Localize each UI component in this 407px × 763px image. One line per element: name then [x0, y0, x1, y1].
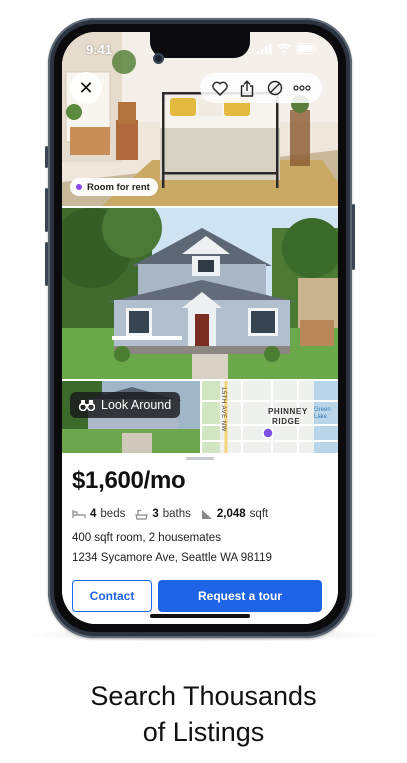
caption-line-1: Search Thousands — [90, 681, 317, 711]
phone-frame: 9:41 ✕ Room for rent Look Around 15TH AV… — [45, 18, 355, 638]
bath-icon — [135, 509, 149, 520]
marketing-caption: Search Thousands of Listings — [0, 678, 407, 750]
sqft-label: sqft — [249, 508, 269, 520]
mute-switch — [45, 146, 48, 168]
map-water-label: Green Lake — [314, 407, 331, 420]
power-button — [352, 204, 355, 270]
more-button[interactable] — [291, 77, 313, 99]
map-neighborhood-line2: RIDGE — [272, 417, 301, 426]
status-time: 9:41 — [86, 42, 113, 57]
beds-value: 4 — [90, 508, 97, 520]
listing-price: $1,600/mo — [72, 467, 186, 494]
notch — [150, 32, 250, 58]
map-street-label: 15TH AVE NW — [220, 387, 226, 432]
wifi-icon — [277, 43, 291, 53]
baths-value: 3 — [152, 508, 159, 520]
app-store-screenshot: 9:41 ✕ Room for rent Look Around 15TH AV… — [0, 0, 407, 763]
binoculars-icon — [79, 400, 95, 411]
sqft-icon — [201, 509, 212, 519]
listing-facts: 4 beds 3 baths 2,048 sqft — [72, 508, 268, 520]
fact-baths: 3 baths — [135, 508, 191, 520]
fact-sqft: 2,048 sqft — [201, 508, 268, 520]
badge-dot — [76, 184, 82, 190]
map-pin-icon — [262, 427, 274, 439]
share-button[interactable] — [236, 77, 258, 99]
camera-icon — [153, 53, 164, 64]
map-thumbnail[interactable]: 15TH AVE NW PHINNEY RIDGE Green Lake — [202, 381, 338, 453]
listing-address: 1234 Sycamore Ave, Seattle WA 98119 — [72, 552, 272, 564]
share-icon — [241, 79, 254, 97]
photo-house-exterior[interactable] — [62, 208, 338, 379]
look-around-label: Look Around — [101, 398, 172, 412]
phone-screen: 9:41 ✕ Room for rent Look Around 15TH AV… — [62, 32, 338, 624]
listing-description: 400 sqft room, 2 housemates — [72, 532, 221, 544]
fact-beds: 4 beds — [72, 508, 125, 520]
close-button[interactable]: ✕ — [70, 72, 102, 104]
hide-button[interactable] — [264, 77, 286, 99]
baths-label: baths — [162, 508, 191, 520]
look-around-button[interactable]: Look Around — [70, 392, 181, 418]
photo-toolbar: ✕ — [62, 72, 338, 108]
status-icons — [257, 43, 318, 54]
map-neighborhood-line1: PHINNEY — [268, 407, 308, 416]
caption-line-2: of Listings — [142, 717, 265, 747]
more-icon — [293, 85, 311, 91]
favorite-button[interactable] — [209, 77, 231, 99]
house-illustration — [62, 208, 338, 379]
beds-label: beds — [100, 508, 126, 520]
hide-icon — [267, 80, 282, 96]
listing-actions — [200, 73, 322, 103]
volume-up-button — [45, 188, 48, 232]
contact-button[interactable]: Contact — [72, 580, 152, 612]
heart-icon — [211, 81, 228, 96]
sheet-grabber[interactable] — [186, 457, 214, 460]
listing-details-sheet[interactable]: $1,600/mo 4 beds 3 baths 2,048 sqft 400 … — [62, 453, 338, 624]
listing-type-badge: Room for rent — [70, 178, 158, 196]
signal-icon — [257, 43, 272, 54]
badge-label: Room for rent — [87, 181, 150, 193]
close-icon: ✕ — [78, 77, 94, 98]
volume-down-button — [45, 242, 48, 286]
battery-icon — [296, 43, 318, 54]
sqft-value: 2,048 — [216, 508, 246, 520]
bed-icon — [72, 510, 86, 518]
request-tour-button[interactable]: Request a tour — [158, 580, 322, 612]
home-indicator[interactable] — [150, 614, 250, 618]
